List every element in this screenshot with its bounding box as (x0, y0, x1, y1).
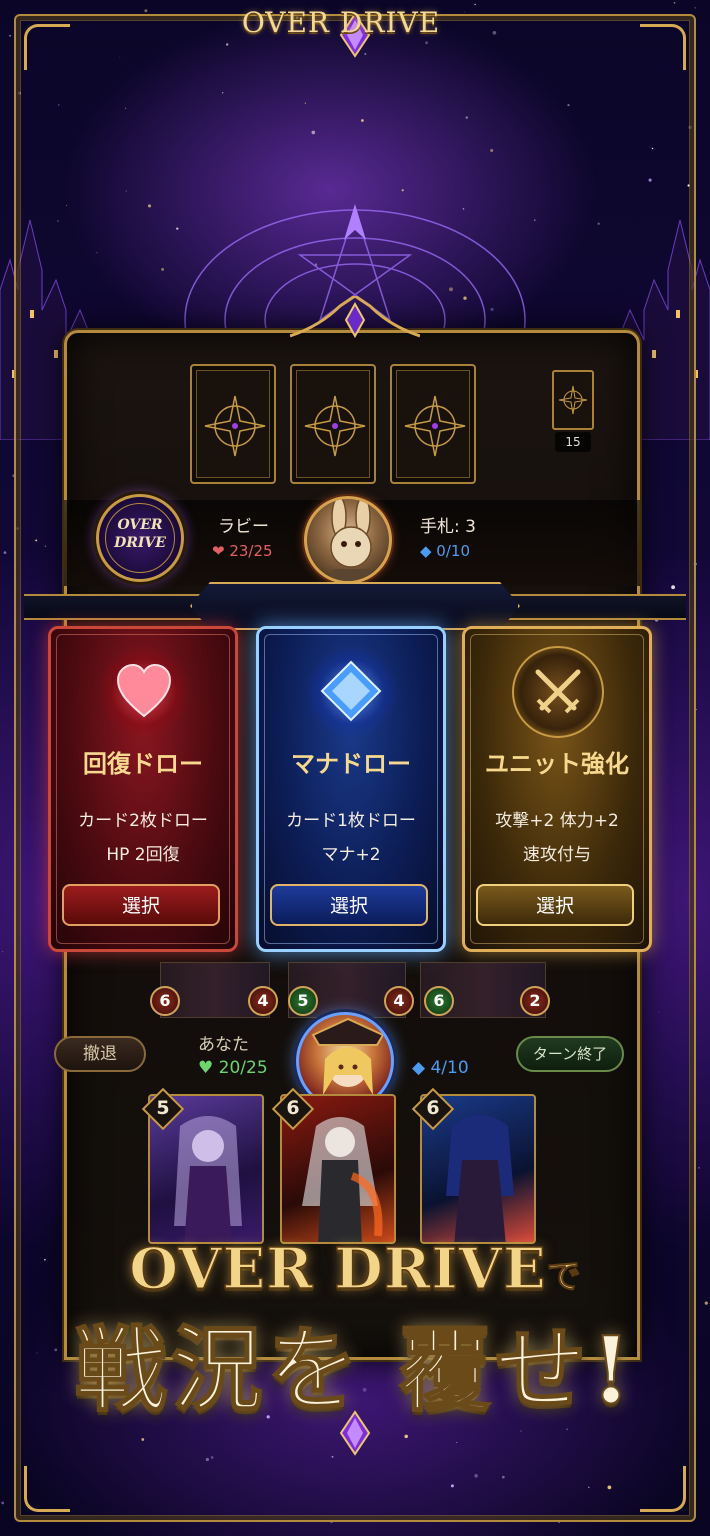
player-mana: ◆ 4/10 (412, 1058, 469, 1078)
star (694, 7, 696, 9)
opponent-deck (552, 370, 594, 430)
unit-health: 4 (248, 986, 278, 1016)
frame-corner-bottom-right (640, 1466, 686, 1512)
opponent-name: ラビー (218, 517, 269, 537)
player-hp: ♥ 20/25 (198, 1058, 268, 1078)
end-turn-button[interactable]: ターン終了 (516, 1036, 624, 1072)
opponent-avatar[interactable] (304, 496, 392, 584)
unit-attack: 5 (288, 986, 318, 1016)
choice-desc-line1: カード1枚ドロー (286, 811, 416, 831)
select-button[interactable]: 選択 (62, 884, 220, 926)
star (558, 1522, 560, 1524)
card-cost: 5 (156, 1097, 170, 1119)
opponent-card-back (290, 364, 376, 484)
opponent-card-back (190, 364, 276, 484)
frame-corner-top-left (24, 24, 70, 70)
star (1, 1501, 5, 1505)
star (3, 551, 7, 554)
frame-corner-bottom-left (24, 1466, 70, 1512)
choice-title: マナドロー (291, 749, 411, 778)
choice-card-mana-draw[interactable]: マナドロー カード1枚ドロー マナ+2 選択 (256, 626, 446, 952)
unit-health: 2 (520, 986, 550, 1016)
choice-title: ユニット強化 (485, 749, 629, 778)
heart-icon (116, 663, 172, 718)
choice-desc-line1: 攻撃+2 体力+2 (495, 811, 619, 831)
emblem-text-line2: DRIVE (114, 535, 166, 551)
headline-line2: 戦況を 覆せ! (74, 1315, 636, 1425)
opponent-hand-count: 手札: 3 (420, 517, 476, 537)
frame-corner-top-right (640, 24, 686, 70)
star (698, 1167, 700, 1169)
choice-card-heal-draw[interactable]: 回復ドロー カード2枚ドロー HP 2回復 選択 (48, 626, 238, 952)
star (2, 951, 4, 953)
deck-count: 15 (555, 432, 591, 452)
opponent-mana: ◆ 0/10 (420, 542, 470, 560)
unit-attack: 6 (150, 986, 180, 1016)
overdrive-banner-title: OVER DRIVE (241, 6, 441, 39)
star (673, 1, 676, 4)
player-name: あなた (198, 1035, 249, 1055)
headline-line1: OVER DRIVEで (0, 1235, 710, 1303)
overdrive-banner (14, 582, 696, 630)
star (474, 3, 476, 6)
select-button[interactable]: 選択 (476, 884, 634, 926)
choice-desc-line2: 速攻付与 (523, 845, 591, 865)
game-screen: 15 OVER DRIVE ラビー ❤ 23/25 手札: 3 ◆ 0/10 O… (0, 0, 710, 1536)
star (9, 35, 11, 37)
choice-title: 回復ドロー (83, 749, 203, 778)
select-button[interactable]: 選択 (270, 884, 428, 926)
crossed-swords-icon (535, 669, 581, 714)
choice-desc-line1: カード2枚ドロー (78, 811, 208, 831)
diamond-icon (320, 660, 382, 722)
card-cost: 6 (286, 1097, 300, 1119)
board-crest-ornament (290, 296, 420, 339)
choice-card-unit-buff[interactable]: ユニット強化 攻撃+2 体力+2 速攻付与 選択 (462, 626, 652, 952)
unit-health: 4 (384, 986, 414, 1016)
star (696, 709, 698, 711)
card-cost: 6 (426, 1097, 440, 1119)
headline-overdrive: OVER DRIVE (129, 1235, 547, 1303)
retreat-button[interactable]: 撤退 (54, 1036, 146, 1072)
headline-particle: で (546, 1257, 581, 1298)
overdrive-emblem[interactable]: OVER DRIVE (96, 494, 184, 582)
choice-desc-line2: HP 2回復 (106, 845, 180, 865)
choice-desc-line2: マナ+2 (321, 845, 381, 865)
unit-attack: 6 (424, 986, 454, 1016)
star (144, 9, 148, 13)
opponent-hp: ❤ 23/25 (212, 542, 273, 560)
opponent-card-back (390, 364, 476, 484)
emblem-text-line1: OVER (117, 517, 163, 533)
